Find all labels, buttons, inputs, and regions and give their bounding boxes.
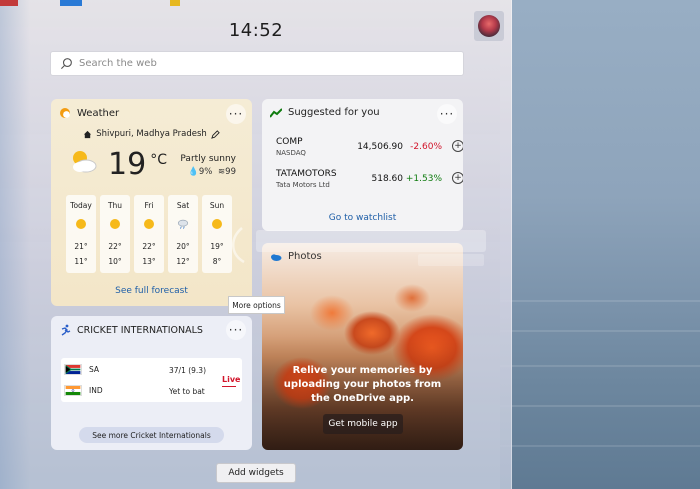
day-name: Sun — [209, 201, 225, 210]
get-mobile-app-button[interactable]: Get mobile app — [323, 414, 403, 434]
stock-exchange: NASDAQ — [276, 149, 306, 157]
forecast-day[interactable]: Today 21° 11° — [66, 195, 96, 273]
edit-icon[interactable] — [210, 129, 220, 139]
suggested-header: Suggested for you — [270, 107, 380, 118]
suggested-title: Suggested for you — [288, 107, 380, 118]
team-name: IND — [89, 386, 103, 395]
precip-value: 9% — [198, 167, 213, 177]
team-row: SA — [64, 364, 99, 375]
onedrive-icon — [271, 253, 282, 261]
team-name: SA — [89, 365, 100, 374]
photos-message: Relive your memories by uploading your p… — [283, 365, 442, 404]
stock-change: -2.60% — [410, 142, 442, 152]
photos-title: Photos — [288, 251, 322, 262]
day-low: 13° — [142, 257, 156, 266]
raindrop-icon: 💧 — [188, 167, 199, 177]
temperature-unit: °C — [150, 152, 167, 168]
more-options-tooltip: More options — [228, 296, 285, 314]
daily-forecast: Today 21° 11° Thu 22° 10° Fri 22° 13° Sa… — [66, 195, 232, 273]
weather-more-button[interactable]: ··· — [226, 104, 246, 124]
forecast-day[interactable]: Sat 20° 12° — [168, 195, 198, 273]
weather-conditions: Partly sunny 💧9% ≋99 — [180, 154, 236, 177]
rain-cloud-icon — [177, 219, 189, 229]
suggested-more-button[interactable]: ··· — [437, 104, 457, 124]
team-score: Yet to bat — [169, 387, 205, 396]
weather-title: Weather — [77, 107, 120, 119]
day-high: 19° — [210, 242, 224, 251]
clock: 14:52 — [228, 20, 284, 41]
condition-text: Partly sunny — [180, 154, 236, 164]
india-flag-icon — [64, 385, 82, 396]
day-name: Fri — [144, 201, 154, 210]
weather-header: Weather — [59, 107, 119, 119]
sun-icon — [212, 219, 222, 229]
team-row: IND — [64, 385, 103, 396]
cricket-more-button[interactable]: ··· — [226, 320, 246, 340]
suggested-widget[interactable]: Suggested for you ··· COMP NASDAQ 14,506… — [262, 99, 463, 231]
sun-icon — [110, 219, 120, 229]
forecast-day[interactable]: Sun 19° 8° — [202, 195, 232, 273]
live-badge: Live — [222, 375, 241, 387]
day-low: 12° — [176, 257, 190, 266]
weather-icon — [60, 108, 70, 118]
forecast-day[interactable]: Thu 22° 10° — [100, 195, 130, 273]
add-to-watchlist-icon[interactable]: + — [452, 172, 463, 184]
sun-icon — [76, 219, 86, 229]
search-bar[interactable] — [50, 51, 464, 76]
day-name: Today — [70, 201, 92, 210]
search-input[interactable] — [79, 58, 439, 69]
current-weather: 19 °C — [68, 148, 167, 182]
stock-exchange: Tata Motors Ltd — [276, 181, 330, 189]
avatar-image — [478, 15, 500, 37]
stock-symbol: TATAMOTORS — [276, 169, 337, 179]
desktop-wallpaper — [500, 0, 700, 489]
widgets-panel: 14:52 Weather ··· Shivpuri, Madhya Prade… — [0, 0, 512, 489]
stocks-icon — [270, 107, 282, 118]
profile-avatar[interactable] — [474, 11, 504, 41]
day-high: 22° — [142, 242, 156, 251]
home-icon — [84, 130, 92, 138]
match-card[interactable]: SA 37/1 (9.3) IND Yet to bat Live — [61, 358, 242, 402]
see-full-forecast-link[interactable]: See full forecast — [51, 286, 252, 296]
go-to-watchlist-link[interactable]: Go to watchlist — [262, 213, 463, 223]
south-africa-flag-icon — [64, 364, 82, 375]
cricket-header: CRICKET INTERNATIONALS — [59, 324, 203, 336]
day-low: 10° — [108, 257, 122, 266]
stock-change: +1.53% — [405, 174, 442, 184]
runner-icon — [61, 324, 71, 336]
stock-price: 14,506.90 — [357, 142, 403, 152]
team-score: 37/1 (9.3) — [169, 366, 207, 375]
photos-widget[interactable]: Photos Relive your memories by uploading… — [262, 243, 463, 450]
condition-details: 💧9% ≋99 — [180, 167, 236, 177]
cricket-widget[interactable]: CRICKET INTERNATIONALS ··· SA 37/1 (9.3) — [51, 316, 252, 450]
weather-widget[interactable]: Weather ··· Shivpuri, Madhya Pradesh 19 … — [51, 99, 252, 306]
see-more-cricket-button[interactable]: See more Cricket Internationals — [79, 427, 224, 443]
air-value: 99 — [225, 167, 236, 177]
day-high: 20° — [176, 242, 190, 251]
photos-header: Photos — [270, 251, 322, 262]
search-icon — [60, 58, 72, 70]
day-low: 8° — [212, 257, 222, 266]
partly-sunny-icon — [73, 151, 97, 173]
day-name: Thu — [107, 201, 123, 210]
stock-symbol: COMP — [276, 137, 303, 147]
day-low: 11° — [74, 257, 88, 266]
add-widgets-button[interactable]: Add widgets — [216, 463, 296, 483]
temperature-value: 19 — [108, 147, 147, 182]
forecast-day[interactable]: Fri 22° 13° — [134, 195, 164, 273]
day-high: 21° — [74, 242, 88, 251]
taskbar-strip — [0, 0, 200, 6]
stock-price: 518.60 — [371, 174, 404, 184]
weather-location[interactable]: Shivpuri, Madhya Pradesh — [51, 129, 252, 139]
day-name: Sat — [176, 201, 190, 210]
sun-icon — [144, 219, 154, 229]
day-high: 22° — [108, 242, 122, 251]
location-name: Shivpuri, Madhya Pradesh — [96, 129, 207, 139]
add-to-watchlist-icon[interactable]: + — [452, 140, 463, 152]
cricket-title: CRICKET INTERNATIONALS — [77, 324, 203, 336]
